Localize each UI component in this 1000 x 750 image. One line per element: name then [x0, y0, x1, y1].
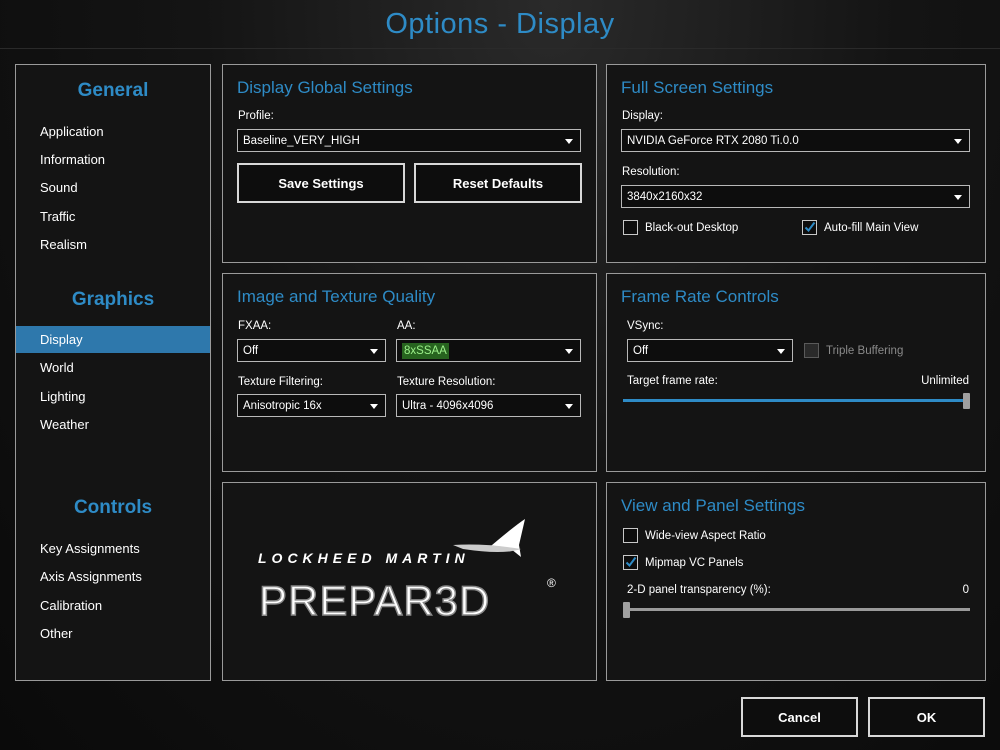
prepar3d-wordmark: PREPAR3D	[259, 577, 490, 624]
blackout-desktop-checkbox[interactable]	[623, 220, 638, 235]
sidebar-item-lighting[interactable]: Lighting	[16, 383, 210, 410]
chevron-down-icon	[954, 195, 962, 200]
profile-label: Profile:	[238, 110, 274, 122]
sidebar-item-display[interactable]: Display	[16, 326, 210, 353]
chevron-down-icon	[565, 349, 573, 354]
target-frame-rate-thumb[interactable]	[963, 393, 970, 409]
texture-resolution-value: Ultra - 4096x4096	[402, 400, 494, 412]
display-dropdown[interactable]: NVIDIA GeForce RTX 2080 Ti.0.0	[621, 129, 970, 152]
blackout-desktop-label: Black-out Desktop	[645, 222, 739, 234]
sidebar-item-world[interactable]: World	[16, 354, 210, 381]
resolution-label: Resolution:	[622, 166, 680, 178]
transparency-thumb[interactable]	[623, 602, 630, 618]
aa-label: AA:	[397, 320, 416, 332]
autofill-main-view-checkbox[interactable]	[802, 220, 817, 235]
wideview-aspect-label: Wide-view Aspect Ratio	[645, 530, 766, 542]
window-title: Options - Display	[385, 8, 615, 40]
wideview-aspect-checkbox[interactable]	[623, 528, 638, 543]
sidebar-item-other[interactable]: Other	[16, 620, 210, 647]
resolution-dropdown[interactable]: 3840x2160x32	[621, 185, 970, 208]
texture-filtering-label: Texture Filtering:	[238, 376, 324, 388]
chevron-down-icon	[565, 139, 573, 144]
panel-title: Display Global Settings	[237, 78, 413, 97]
profile-dropdown[interactable]: Baseline_VERY_HIGH	[237, 129, 581, 152]
chevron-down-icon	[954, 139, 962, 144]
texture-filtering-dropdown[interactable]: Anisotropic 16x	[237, 394, 386, 417]
vsync-label: VSync:	[627, 320, 664, 332]
target-frame-rate-fill	[623, 399, 963, 402]
checkmark-icon	[625, 556, 637, 568]
aa-dropdown[interactable]: 8xSSAA	[396, 339, 581, 362]
sidebar-item-axis-assignments[interactable]: Axis Assignments	[16, 563, 210, 590]
fxaa-value: Off	[243, 345, 259, 357]
sidebar-item-calibration[interactable]: Calibration	[16, 592, 210, 619]
panel-title: View and Panel Settings	[621, 496, 805, 515]
texture-filtering-value: Anisotropic 16x	[243, 400, 322, 412]
sidebar-item-key-assignments[interactable]: Key Assignments	[16, 535, 210, 562]
sidebar-item-sound[interactable]: Sound	[16, 174, 210, 201]
chevron-down-icon	[370, 349, 378, 354]
sidebar: General Application Information Sound Tr…	[15, 64, 211, 681]
logo-panel: LOCKHEED MARTIN PREPAR3D ®	[222, 482, 597, 681]
display-value: NVIDIA GeForce RTX 2080 Ti.0.0	[627, 135, 799, 147]
triple-buffering-checkbox[interactable]	[804, 343, 819, 358]
chevron-down-icon	[777, 349, 785, 354]
transparency-value: 0	[962, 584, 969, 596]
panel-title: Frame Rate Controls	[621, 287, 779, 306]
chevron-down-icon	[565, 404, 573, 409]
sidebar-item-realism[interactable]: Realism	[16, 231, 210, 258]
target-frame-rate-label: Target frame rate:	[627, 375, 718, 387]
panel-title: Image and Texture Quality	[237, 287, 436, 306]
full-screen-settings-panel: Full Screen Settings Display: NVIDIA GeF…	[606, 64, 986, 263]
chevron-down-icon	[370, 404, 378, 409]
reset-defaults-button[interactable]: Reset Defaults	[414, 163, 582, 203]
sidebar-item-application[interactable]: Application	[16, 118, 210, 145]
registered-mark: ®	[547, 576, 556, 590]
profile-value: Baseline_VERY_HIGH	[243, 135, 360, 147]
title-divider	[0, 48, 1000, 49]
aa-value: 8xSSAA	[402, 343, 449, 359]
transparency-label: 2-D panel transparency (%):	[627, 584, 771, 596]
display-global-settings-panel: Display Global Settings Profile: Baselin…	[222, 64, 597, 263]
image-texture-quality-panel: Image and Texture Quality FXAA: Off AA: …	[222, 273, 597, 472]
section-heading-general: General	[77, 80, 149, 101]
triple-buffering-label: Triple Buffering	[826, 345, 904, 357]
display-label: Display:	[622, 110, 663, 122]
prepar3d-logo: LOCKHEED MARTIN PREPAR3D ®	[258, 519, 556, 625]
panel-title: Full Screen Settings	[621, 78, 774, 97]
lockheed-martin-wordmark: LOCKHEED MARTIN	[258, 550, 470, 566]
transparency-track[interactable]	[623, 608, 970, 611]
mipmap-vc-panels-label: Mipmap VC Panels	[645, 557, 744, 569]
resolution-value: 3840x2160x32	[627, 191, 703, 203]
section-heading-controls: Controls	[73, 497, 153, 518]
cancel-button[interactable]: Cancel	[741, 697, 858, 737]
save-settings-button[interactable]: Save Settings	[237, 163, 405, 203]
frame-rate-controls-panel: Frame Rate Controls VSync: Off Triple Bu…	[606, 273, 986, 472]
autofill-main-view-label: Auto-fill Main View	[824, 222, 919, 234]
vsync-value: Off	[633, 345, 649, 357]
target-frame-rate-value: Unlimited	[921, 375, 969, 387]
vsync-dropdown[interactable]: Off	[627, 339, 793, 362]
sidebar-item-information[interactable]: Information	[16, 146, 210, 173]
view-panel-settings-panel: View and Panel Settings Wide-view Aspect…	[606, 482, 986, 681]
sidebar-item-traffic[interactable]: Traffic	[16, 203, 210, 230]
ok-button[interactable]: OK	[868, 697, 985, 737]
section-heading-graphics: Graphics	[71, 289, 155, 310]
mipmap-vc-panels-checkbox[interactable]	[623, 555, 638, 570]
sidebar-item-weather[interactable]: Weather	[16, 411, 210, 438]
texture-resolution-label: Texture Resolution:	[397, 376, 496, 388]
texture-resolution-dropdown[interactable]: Ultra - 4096x4096	[396, 394, 581, 417]
fxaa-dropdown[interactable]: Off	[237, 339, 386, 362]
checkmark-icon	[804, 221, 816, 233]
fxaa-label: FXAA:	[238, 320, 272, 332]
